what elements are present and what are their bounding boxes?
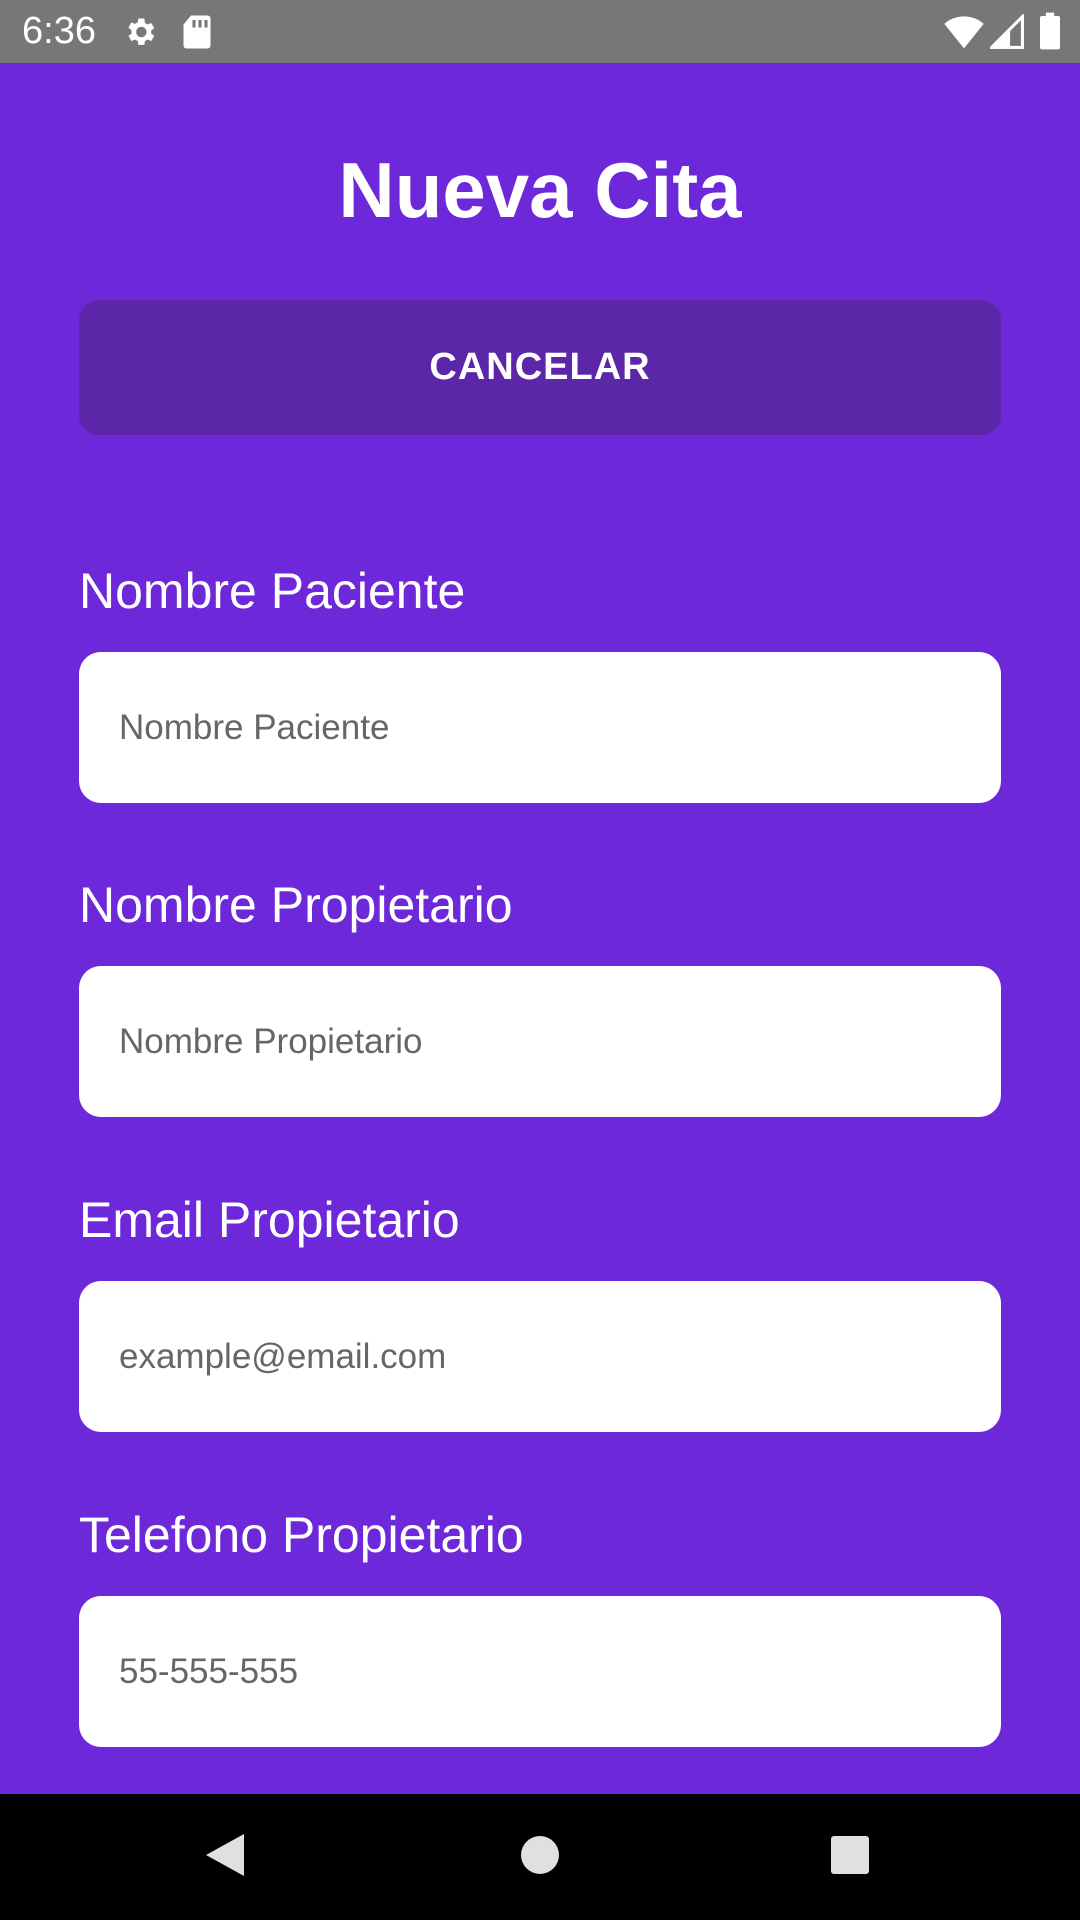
signal-icon <box>987 12 1024 54</box>
cancel-button[interactable]: CANCELAR <box>79 300 1001 435</box>
owner-phone-input[interactable] <box>79 1596 1001 1747</box>
recents-button[interactable] <box>770 1794 930 1920</box>
gear-icon <box>122 14 158 54</box>
owner-phone-label: Telefono Propietario <box>79 1507 524 1563</box>
back-button[interactable] <box>145 1794 305 1920</box>
wifi-icon <box>944 14 984 54</box>
navigation-bar <box>0 1794 1080 1920</box>
battery-icon <box>1040 12 1060 54</box>
owner-email-input[interactable] <box>79 1281 1001 1432</box>
owner-email-label: Email Propietario <box>79 1192 460 1248</box>
recents-icon <box>830 1835 870 1879</box>
owner-name-input[interactable] <box>79 966 1001 1117</box>
status-time: 6:36 <box>22 10 96 52</box>
home-icon <box>520 1835 560 1879</box>
owner-name-label: Nombre Propietario <box>79 877 513 933</box>
sd-card-icon <box>182 14 212 54</box>
status-bar: 6:36 <box>0 0 1080 63</box>
patient-name-label: Nombre Paciente <box>79 563 466 619</box>
patient-name-input[interactable] <box>79 652 1001 803</box>
page-title: Nueva Cita <box>338 146 742 234</box>
back-icon <box>204 1832 246 1882</box>
home-button[interactable] <box>460 1794 620 1920</box>
